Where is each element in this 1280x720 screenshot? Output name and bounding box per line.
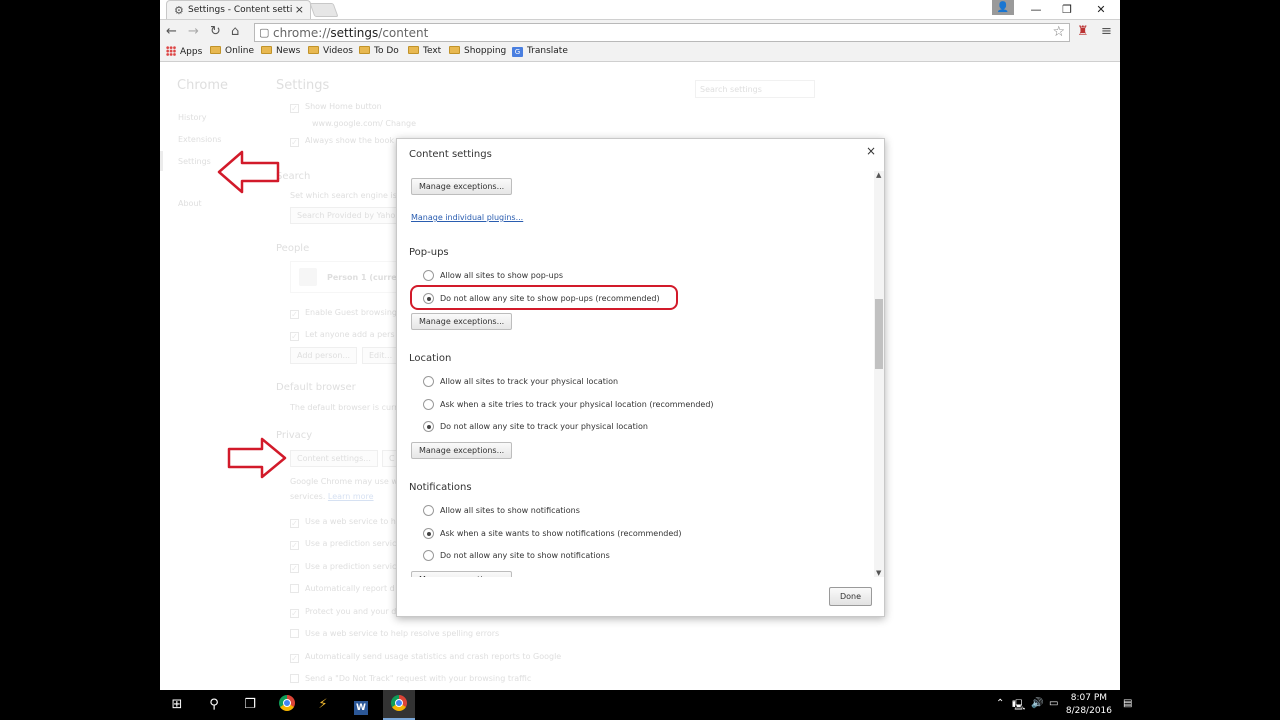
app-taskbar-icon[interactable]: ⚡	[313, 695, 333, 715]
radio-icon	[423, 505, 434, 516]
bookmark-shopping[interactable]: Shopping	[449, 46, 506, 56]
reload-icon[interactable]: ↻	[210, 24, 221, 39]
bookmark-videos[interactable]: Videos	[308, 46, 353, 56]
tab-settings[interactable]: ⚙ Settings - Content settings ×	[166, 0, 311, 19]
location-block-radio[interactable]: Do not allow any site to track your phys…	[423, 421, 648, 432]
notifications-ask-radio[interactable]: Ask when a site wants to show notificati…	[423, 528, 681, 539]
radio-icon	[423, 376, 434, 387]
folder-icon	[261, 46, 272, 54]
folder-icon	[308, 46, 319, 54]
annotation-arrow-left	[217, 150, 280, 194]
radio-icon	[423, 270, 434, 281]
manage-plugins-link[interactable]: Manage individual plugins...	[411, 213, 523, 222]
notifications-allow-radio[interactable]: Allow all sites to show notifications	[423, 505, 580, 516]
bookmark-online[interactable]: Online	[210, 46, 254, 56]
settings-page: Chrome History Extensions Settings About…	[160, 63, 1120, 690]
windows-start-icon[interactable]: ⊞	[167, 695, 187, 715]
dialog-close-icon[interactable]: ×	[866, 144, 876, 158]
apps-grid-icon	[166, 46, 176, 56]
chrome-taskbar-icon[interactable]	[277, 695, 297, 715]
word-taskbar-icon[interactable]: W	[351, 695, 371, 715]
restore-button[interactable]: ❐	[1050, 0, 1084, 19]
location-ask-radio[interactable]: Ask when a site tries to track your phys…	[423, 399, 714, 410]
notifications-block-radio[interactable]: Do not allow any site to show notificati…	[423, 550, 610, 561]
popups-heading: Pop-ups	[409, 247, 449, 258]
forward-icon[interactable]: →	[188, 24, 199, 39]
scroll-down-icon[interactable]: ▼	[876, 569, 881, 577]
language-icon[interactable]: ▭	[1049, 698, 1058, 709]
location-heading: Location	[409, 353, 452, 364]
bookmark-news[interactable]: News	[261, 46, 300, 56]
new-tab-button[interactable]	[309, 3, 339, 17]
network-icon[interactable]: 🖳	[1012, 698, 1025, 715]
tab-strip: ⚙ Settings - Content settings × 👤 — ❐ ✕	[160, 0, 1120, 19]
volume-icon[interactable]: 🔊	[1031, 698, 1043, 709]
address-bar[interactable]: ▢ chrome://settings/content ☆	[254, 23, 1070, 42]
search-icon[interactable]: ⚲	[204, 695, 224, 715]
manage-exceptions-button-popups[interactable]: Manage exceptions...	[411, 313, 513, 330]
bookmark-text[interactable]: Text	[408, 46, 441, 56]
back-icon[interactable]: ←	[166, 24, 177, 39]
menu-icon[interactable]: ≡	[1101, 24, 1112, 39]
scroll-up-icon[interactable]: ▲	[876, 171, 881, 179]
folder-icon	[210, 46, 221, 54]
notifications-icon[interactable]: ▤	[1123, 698, 1132, 709]
dialog-title: Content settings	[409, 149, 492, 160]
bookmark-apps[interactable]: Apps	[166, 46, 202, 57]
taskbar: ⊞ ⚲ ❐ ⚡ W ⌃ 🖳 🔊 ▭ 8:07 PM 8/28/2016 ▤	[0, 690, 1280, 720]
home-icon[interactable]: ⌂	[231, 24, 239, 39]
bookmark-translate[interactable]: G Translate	[512, 46, 568, 57]
gear-icon: ⚙	[174, 4, 184, 17]
manage-exceptions-button-location[interactable]: Manage exceptions...	[411, 442, 513, 459]
radio-icon	[423, 550, 434, 561]
dialog-scroll-area[interactable]: Manage exceptions... Manage individual p…	[397, 171, 874, 577]
radio-icon	[423, 399, 434, 410]
popups-allow-radio[interactable]: Allow all sites to show pop-ups	[423, 270, 563, 281]
clock-time: 8:07 PM	[1070, 693, 1108, 703]
annotation-arrow-right	[227, 437, 287, 479]
manage-exceptions-button-notifications[interactable]: Manage exceptions...	[411, 571, 513, 577]
scrollbar-thumb[interactable]	[875, 299, 883, 369]
manage-exceptions-button-plugins[interactable]: Manage exceptions...	[411, 178, 513, 195]
close-window-button[interactable]: ✕	[1084, 0, 1118, 19]
radio-selected-icon	[423, 421, 434, 432]
profile-icon[interactable]: 👤	[992, 0, 1014, 15]
dialog-scrollbar[interactable]: ▲ ▼	[874, 171, 884, 577]
page-icon: ▢	[259, 26, 270, 39]
notifications-heading: Notifications	[409, 482, 472, 493]
tab-close-icon[interactable]: ×	[295, 3, 304, 16]
translate-icon: G	[512, 47, 523, 57]
browser-window: ⚙ Settings - Content settings × 👤 — ❐ ✕ …	[160, 0, 1120, 690]
annotation-highlight-ellipse	[410, 285, 678, 310]
toolbar: ← → ↻ ⌂ ▢ chrome://settings/content ☆ ♜ …	[160, 19, 1120, 44]
minimize-button[interactable]: —	[1019, 0, 1053, 19]
taskbar-clock[interactable]: 8:07 PM 8/28/2016	[1066, 692, 1112, 718]
clock-date: 8/28/2016	[1065, 706, 1112, 716]
folder-icon	[359, 46, 370, 54]
tab-title: Settings - Content settings	[188, 5, 293, 15]
url-text: chrome://settings/content	[273, 26, 429, 40]
bookmark-todo[interactable]: To Do	[359, 46, 399, 56]
extension-icon[interactable]: ♜	[1077, 24, 1089, 39]
done-button[interactable]: Done	[828, 587, 872, 606]
folder-icon	[449, 46, 460, 54]
tray-up-chevron-icon[interactable]: ⌃	[996, 698, 1004, 709]
star-icon[interactable]: ☆	[1052, 24, 1065, 40]
bookmarks-bar: Apps Online News Videos To Do Text Shopp…	[160, 44, 1120, 62]
content-settings-dialog: Content settings × Manage exceptions... …	[396, 138, 885, 617]
location-allow-radio[interactable]: Allow all sites to track your physical l…	[423, 376, 618, 387]
task-view-icon[interactable]: ❐	[240, 695, 260, 715]
radio-selected-icon	[423, 528, 434, 539]
chrome-active-icon[interactable]	[389, 695, 409, 715]
folder-icon	[408, 46, 419, 54]
